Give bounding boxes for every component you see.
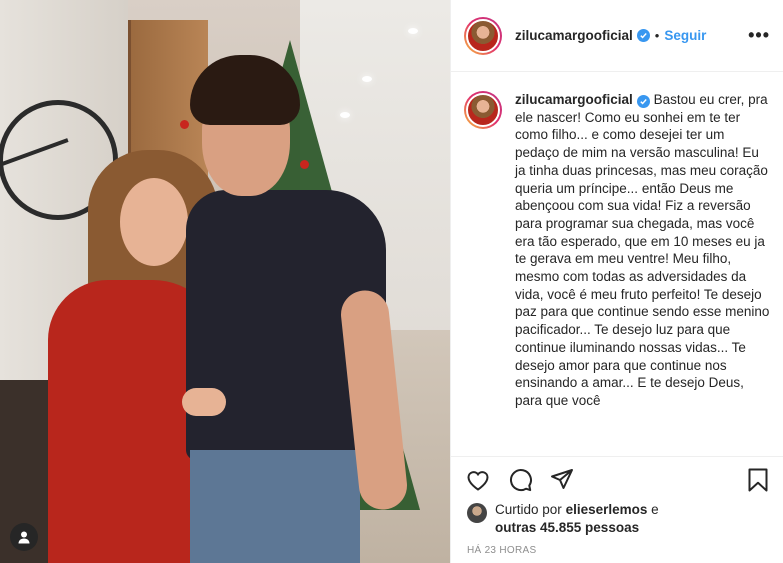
- caption-author-avatar[interactable]: [464, 91, 502, 129]
- post-timestamp[interactable]: HÁ 23 HORAS: [467, 545, 536, 556]
- photo-ceiling-light: [408, 28, 418, 34]
- liker-username[interactable]: elieserlemos: [566, 502, 648, 517]
- author-avatar[interactable]: [464, 16, 502, 55]
- post-header: zilucamargooficial • Seguir •••: [451, 0, 783, 72]
- more-options-icon[interactable]: •••: [748, 26, 770, 44]
- photo-ornament: [300, 160, 309, 169]
- liked-by: Curtido por elieserlemos e outras 45.855…: [467, 501, 659, 537]
- post-photo[interactable]: [0, 0, 450, 563]
- caption-section: zilucamargooficial Bastou eu crer, pra e…: [451, 72, 783, 456]
- liked-by-others-link[interactable]: outras 45.855 pessoas: [495, 520, 639, 535]
- caption-text: Bastou eu crer, pra ele nascer! Como eu …: [515, 92, 770, 408]
- verified-badge-icon: [636, 29, 650, 42]
- photo-ornament: [180, 120, 189, 129]
- bookmark-icon[interactable]: [745, 467, 771, 493]
- follow-button[interactable]: Seguir: [664, 28, 706, 43]
- post-sidebar: zilucamargooficial • Seguir ••• zilucama…: [450, 0, 783, 563]
- header-separator: •: [654, 28, 660, 43]
- action-icons: [465, 467, 575, 493]
- post-actions: Curtido por elieserlemos e outras 45.855…: [451, 456, 783, 563]
- photo-man-jeans: [190, 450, 360, 563]
- liker-avatar[interactable]: [467, 503, 487, 523]
- heart-icon[interactable]: [465, 467, 491, 493]
- author-username[interactable]: zilucamargooficial: [515, 28, 633, 43]
- liked-by-text: Curtido por elieserlemos e outras 45.855…: [495, 501, 659, 537]
- liked-by-joiner: e: [651, 502, 659, 517]
- caption-author-username[interactable]: zilucamargooficial: [515, 92, 633, 107]
- liked-by-prefix: Curtido por: [495, 502, 562, 517]
- comment-icon[interactable]: [507, 467, 533, 493]
- verified-badge-icon: [636, 95, 650, 108]
- photo-woman-face: [120, 178, 188, 266]
- share-icon[interactable]: [549, 467, 575, 493]
- photo-woman-hand: [182, 388, 226, 416]
- caption: zilucamargooficial Bastou eu crer, pra e…: [515, 91, 770, 456]
- user-tag-icon[interactable]: [10, 523, 38, 551]
